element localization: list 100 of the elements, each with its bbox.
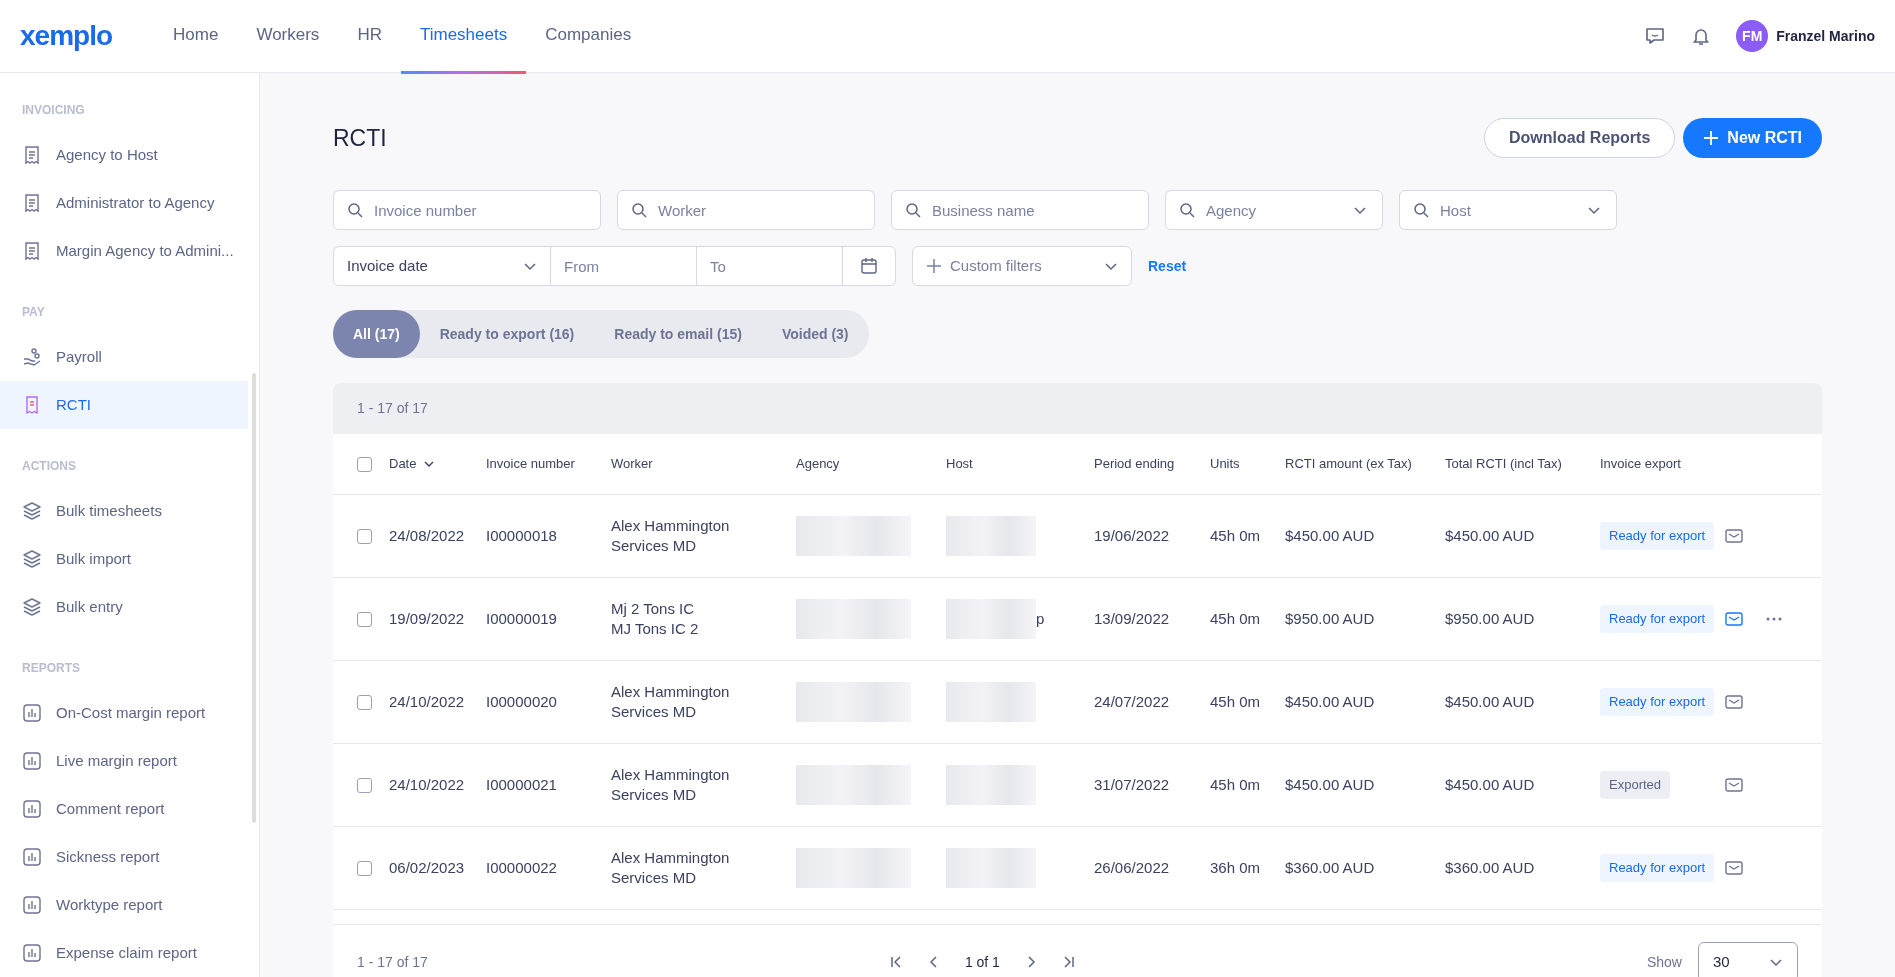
custom-filters-dropdown[interactable]: Custom filters [912,246,1132,286]
sidebar-item[interactable]: Live margin report [0,737,248,785]
bar-chart-icon [22,751,42,771]
section-heading: PAY [21,304,46,321]
column-header: Invoice export [1600,455,1682,474]
nav-tab[interactable]: HR [338,0,401,75]
sidebar-item[interactable]: Sickness report [0,833,248,881]
chat-icon[interactable] [1644,25,1667,47]
scrollbar[interactable] [252,373,256,823]
sidebar-item[interactable]: Margin Agency to Admini... [0,227,248,275]
mail-icon[interactable] [1725,528,1743,544]
search-icon [631,202,647,218]
user-avatar[interactable]: FM [1736,20,1769,52]
section-heading: INVOICING [21,102,86,119]
nav-tab[interactable]: Workers [237,0,339,75]
filter-tab[interactable]: Voided (3) [761,310,869,358]
table-cell-text: Alex Hammington Services MD [611,682,731,722]
section-heading: REPORTS [21,660,81,677]
reset-link[interactable]: Reset [1148,255,1187,277]
plus-icon [1703,130,1720,146]
sidebar-item[interactable]: On-Cost margin report [0,689,248,737]
more-icon[interactable] [1765,616,1783,622]
bar-chart-icon [22,943,42,963]
mail-icon[interactable] [1725,694,1743,710]
receipt-icon [22,145,42,165]
date-from-field[interactable]: From [550,246,697,286]
sidebar-item[interactable]: RCTI [0,381,248,429]
sidebar-item[interactable]: Expense claim report [0,929,248,977]
plus-icon [926,258,942,274]
table-cell-text: Alex Hammington Services MD [611,516,731,556]
calendar-icon[interactable] [860,257,878,275]
table-cell-text: $950.00 AUD [1285,608,1376,629]
table-cell-text: Alex Hammington Services MD [611,848,731,888]
search-field[interactable]: Worker [617,190,875,230]
table-cell-text: $450.00 AUD [1445,691,1536,712]
table-cell-text: 19/06/2022 [1094,525,1171,546]
filter-tab[interactable]: All (17) [333,310,420,358]
first-page-icon[interactable] [888,955,903,969]
page-size-select[interactable]: 30 [1698,942,1798,977]
select-field[interactable]: Host [1399,190,1617,230]
table-cell-text: I00000019 [486,608,558,629]
page-indicator: 1 of 1 [964,952,1000,972]
receipt-icon [22,193,42,213]
sidebar-item[interactable]: Bulk timesheets [0,487,248,535]
nav-tab[interactable]: Companies [526,0,651,75]
table-cell-text: 45h 0m [1210,774,1262,795]
row-checkbox[interactable] [357,860,372,876]
table-cell-text: $360.00 AUD [1445,857,1536,878]
filter-tab[interactable]: Ready to email (15) [594,310,762,358]
table-cell-text: 36h 0m [1210,857,1262,878]
table-cell-text: 45h 0m [1210,691,1262,712]
show-label: Show [1646,952,1682,972]
download-reports-button[interactable]: Download Reports [1484,118,1676,158]
date-type-dropdown[interactable]: Invoice date [333,246,551,286]
receipt-icon [22,241,42,261]
mail-icon[interactable] [1725,860,1743,876]
table-cell-text: $450.00 AUD [1285,691,1376,712]
table-cell-text: $450.00 AUD [1285,774,1376,795]
date-to-field[interactable]: To [696,246,843,286]
table-cell-text: 45h 0m [1210,525,1262,546]
sidebar-item[interactable]: Worktype report [0,881,248,929]
bar-chart-icon [22,895,42,915]
column-header: Invoice number [486,455,576,474]
nav-tab[interactable]: Home [154,0,238,75]
select-all-checkbox[interactable] [357,456,372,472]
bar-chart-icon [22,847,42,867]
select-field[interactable]: Agency [1165,190,1383,230]
user-name[interactable]: Franzel Marino [1776,25,1875,47]
search-field[interactable]: Invoice number [333,190,601,230]
sidebar-item[interactable]: Payroll [0,333,248,381]
sidebar-item[interactable]: Comment report [0,785,248,833]
sidebar-item[interactable]: Bulk entry [0,583,248,631]
sidebar-item[interactable]: Bulk import [0,535,248,583]
logo[interactable]: xemplo [20,15,113,57]
search-icon [347,202,363,218]
status-tag: Exported [1600,771,1671,799]
column-header: Agency [796,455,841,474]
column-header: Period ending [1094,455,1176,474]
row-checkbox[interactable] [357,611,372,627]
mail-icon[interactable] [1725,611,1743,627]
search-field[interactable]: Business name [891,190,1149,230]
last-page-icon[interactable] [1061,955,1076,969]
new-rcti-button[interactable]: New RCTI [1683,118,1822,158]
column-header: Worker [611,455,654,474]
nav-tab[interactable]: Timesheets [400,0,527,75]
table-cell-text: $950.00 AUD [1445,608,1536,629]
column-header[interactable]: Date [389,454,417,474]
section-heading: ACTIONS [21,458,77,475]
table-cell-text: 26/06/2022 [1094,857,1171,878]
sort-icon[interactable] [424,459,435,469]
row-checkbox[interactable] [357,694,372,710]
sidebar-item[interactable]: Agency to Host [0,131,248,179]
mail-icon[interactable] [1725,777,1743,793]
row-checkbox[interactable] [357,777,372,793]
table-cell-text: Alex Hammington Services MD [611,765,731,805]
sidebar-item[interactable]: Administrator to Agency [0,179,248,227]
table-cell-text: 24/07/2022 [1094,691,1171,712]
filter-tab[interactable]: Ready to export (16) [419,310,595,358]
row-checkbox[interactable] [357,528,372,544]
result-count: 1 - 17 of 17 [357,399,428,418]
